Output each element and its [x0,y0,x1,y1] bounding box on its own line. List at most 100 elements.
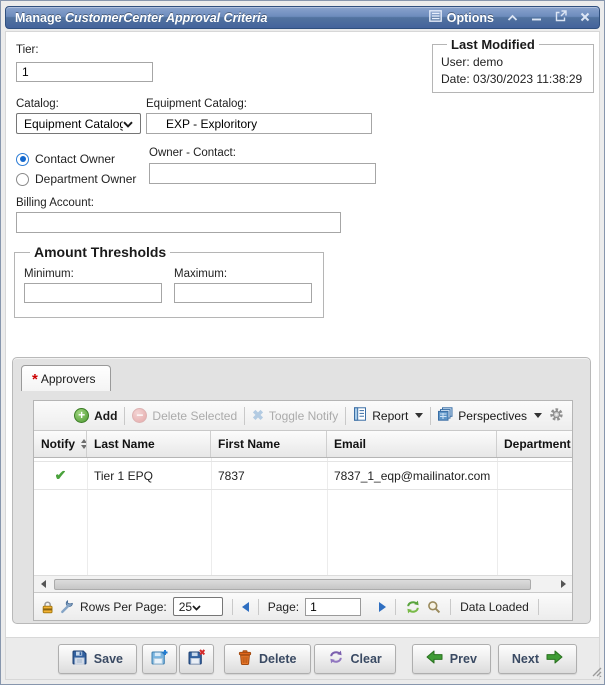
next-button[interactable]: Next [498,644,577,674]
grid-settings-button[interactable] [549,407,564,425]
popout-button[interactable] [555,9,567,27]
catalog-selected-value: Equipment Catalog [24,117,123,131]
maximum-input[interactable] [174,283,312,303]
toolbar-separator [244,407,245,425]
scrollbar-thumb[interactable] [54,579,531,590]
amount-thresholds-fieldset: Amount Thresholds Minimum: Maximum: [14,244,324,318]
billing-account-input[interactable] [16,212,341,233]
contact-owner-label: Contact Owner [35,152,115,166]
delete-selected-button[interactable]: − Delete Selected [132,408,237,423]
toggle-notify-button[interactable]: ✖ Toggle Notify [252,407,338,424]
cell-first-name: 7837 [211,469,327,483]
column-header-email-label: Email [334,437,366,451]
page-label: Page: [268,600,299,614]
save-button[interactable]: Save [58,644,137,674]
clear-button[interactable]: Clear [314,644,396,674]
radio-selected-icon [16,153,29,166]
delete-selected-label: Delete Selected [152,409,237,423]
refresh-icon[interactable] [405,600,421,614]
grid-toolbar: + Add − Delete Selected ✖ Toggle Notify [34,401,572,431]
equipment-catalog-label: Equipment Catalog: [146,98,247,110]
window-title-prefix: Manage [15,11,62,25]
maximum-label: Maximum: [174,268,314,280]
perspectives-dropdown-button[interactable]: Perspectives [438,407,542,424]
clear-label: Clear [351,652,382,666]
lock-icon[interactable] [41,600,54,614]
next-page-arrow[interactable] [379,602,386,612]
save-add-icon [151,649,168,668]
column-header-last-name[interactable]: Last Name [87,431,211,457]
pager-separator [450,599,451,615]
collapse-button[interactable] [507,9,518,27]
cell-email: 7837_1_eqp@mailinator.com [327,469,497,483]
column-header-department[interactable]: Department [497,431,572,457]
options-button[interactable]: Options [429,10,494,25]
report-dropdown-button[interactable]: Report [353,407,423,424]
previous-page-arrow[interactable] [242,602,249,612]
column-header-notify[interactable]: Notify [34,431,87,457]
toolbar-separator [345,407,346,425]
wrench-icon[interactable] [60,600,74,614]
toolbar-separator [124,407,125,425]
scroll-left-arrow[interactable] [37,580,49,588]
prev-button[interactable]: Prev [412,644,491,674]
toggle-notify-icon: ✖ [252,407,264,424]
horizontal-scrollbar[interactable] [34,575,572,592]
grid-pager: Rows Per Page: 25 Page: Data Loade [34,592,572,620]
owner-contact-label: Owner - Contact: [149,147,236,159]
tab-approvers-label: Approvers [41,372,96,386]
trash-icon [238,650,252,668]
options-label: Options [447,11,494,25]
rows-per-page-value: 25 [179,600,192,614]
cell-last-name: Tier 1 EPQ [87,469,211,483]
save-label: Save [94,652,123,666]
catalog-label: Catalog: [16,98,59,110]
perspectives-icon [438,407,453,424]
rows-per-page-label: Rows Per Page: [80,600,167,614]
catalog-select[interactable]: Equipment Catalog [16,113,141,134]
department-owner-radio[interactable]: Department Owner [16,172,136,186]
pager-separator [395,599,396,615]
resize-grip[interactable] [590,664,602,682]
toolbar-separator [430,407,431,425]
add-button[interactable]: + Add [74,408,117,423]
clear-refresh-icon [328,650,344,667]
column-header-last-name-label: Last Name [94,437,155,451]
table-row[interactable]: ✔ Tier 1 EPQ 7837 7837_1_eqp@mailinator.… [34,461,572,490]
tier-label: Tier: [16,44,39,56]
column-header-first-name-label: First Name [218,437,280,451]
tab-approvers[interactable]: * Approvers [21,365,111,391]
minimize-icon [531,9,542,27]
last-modified-date: Date: 03/30/2023 11:38:29 [441,71,585,88]
column-header-email[interactable]: Email [327,431,497,457]
save-icon [72,650,87,668]
minimize-button[interactable] [531,9,542,27]
add-label: Add [94,409,117,423]
approvers-grid: + Add − Delete Selected ✖ Toggle Notify [33,400,573,621]
report-icon [353,407,367,424]
scroll-right-arrow[interactable] [557,580,569,588]
contact-owner-radio[interactable]: Contact Owner [16,152,115,166]
close-button[interactable] [580,9,590,27]
window-title-emphasis: CustomerCenter Approval Criteria [65,11,267,25]
manage-approval-criteria-window: Manage CustomerCenter Approval Criteria … [0,0,605,685]
column-header-first-name[interactable]: First Name [211,431,327,457]
delete-selected-icon: − [132,408,147,423]
owner-contact-input[interactable] [149,163,376,184]
tier-input[interactable] [16,62,153,82]
pager-separator [258,599,259,615]
minimum-input[interactable] [24,283,162,303]
department-owner-label: Department Owner [35,172,136,186]
add-icon: + [74,408,89,423]
delete-button[interactable]: Delete [224,644,311,674]
equipment-catalog-input[interactable] [146,113,372,134]
pager-separator [538,599,539,615]
rows-per-page-select[interactable]: 25 [173,597,223,616]
caret-down-icon [534,413,542,418]
window-body: Last Modified User: demo Date: 03/30/202… [5,31,600,680]
page-number-input[interactable] [305,598,361,616]
save-and-close-button[interactable] [179,644,214,674]
chevron-down-icon [192,600,201,614]
search-icon[interactable] [427,600,441,614]
save-and-add-button[interactable] [142,644,177,674]
